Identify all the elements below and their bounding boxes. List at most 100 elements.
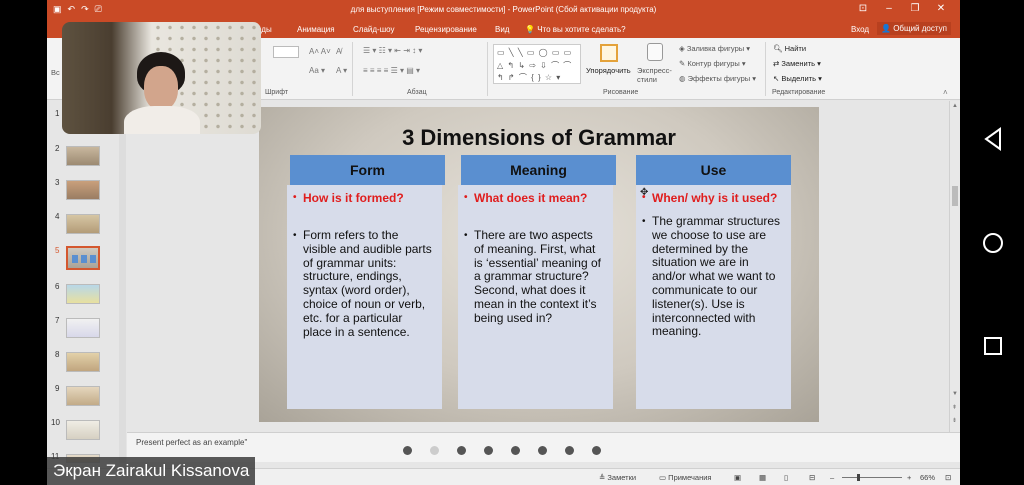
reading-view-icon[interactable]: ▯: [784, 473, 788, 482]
slide-thumbnail-8[interactable]: [66, 352, 100, 372]
ribbon-clipped-label: Вс: [51, 68, 60, 77]
zoom-slider[interactable]: [842, 477, 902, 478]
quick-styles-button[interactable]: Экспресс-стили: [637, 66, 675, 84]
share-button[interactable]: 👤 Общий доступ: [877, 22, 951, 35]
notes-toggle[interactable]: ≜ Заметки: [599, 473, 636, 482]
font-size-change-icon[interactable]: Aa ▾: [309, 66, 325, 75]
normal-view-icon[interactable]: ▣: [734, 473, 741, 482]
slide-thumbnail-10[interactable]: [66, 420, 100, 440]
recents-icon[interactable]: [982, 335, 1004, 357]
fit-slide-icon[interactable]: ⊡: [945, 473, 951, 482]
arrange-icon: [600, 44, 618, 62]
participant-video[interactable]: [62, 22, 261, 134]
screen: { "window": { "title": "для выступления …: [0, 0, 1024, 485]
shape-outline-button[interactable]: ✎ Контур фигуры ▾: [679, 59, 746, 68]
pager-dot[interactable]: [565, 446, 574, 455]
font-size-field[interactable]: [273, 46, 299, 58]
thumb-number: 7: [55, 316, 60, 325]
lightbulb-icon: 💡: [525, 25, 538, 34]
restore-icon[interactable]: ❐: [902, 3, 928, 14]
tab-animation[interactable]: Анимация: [297, 25, 335, 34]
screen-share-caption: Экран Zairakul Kissanova: [47, 457, 256, 485]
align-icon[interactable]: ≡ ≡ ≡ ≡ ☰ ▾ ▤ ▾: [363, 66, 420, 75]
collapse-ribbon-icon[interactable]: ˄: [943, 88, 948, 97]
comment-icon: ▭: [659, 473, 669, 482]
thumb-number: 2: [55, 144, 60, 153]
bullet-icon: •: [464, 192, 468, 203]
slide-thumbnail-5[interactable]: [66, 246, 100, 270]
home-icon[interactable]: [982, 232, 1004, 254]
use-question: • When/ why is it used?: [642, 191, 778, 205]
pager-dot[interactable]: [538, 446, 547, 455]
slide-thumbnail-7[interactable]: [66, 318, 100, 338]
pager-dot[interactable]: [430, 446, 439, 455]
font-grow-icon[interactable]: A˄ A˅: [309, 47, 331, 56]
font-color-icon[interactable]: A ▾: [336, 66, 347, 75]
tab-view[interactable]: Вид: [495, 25, 509, 34]
shape-effects-button[interactable]: ◍ Эффекты фигуры ▾: [679, 74, 756, 83]
slideshow-view-icon[interactable]: ⊟: [809, 473, 815, 482]
search-icon: 🔍︎: [773, 44, 785, 53]
sorter-view-icon[interactable]: ▦: [759, 473, 766, 482]
zoom-in-icon[interactable]: +: [907, 473, 911, 482]
replace-button[interactable]: ⇄ Заменить ▾: [773, 59, 821, 68]
zoom-slider-knob[interactable]: [857, 474, 860, 481]
vertical-scrollbar[interactable]: ▲ ▼ ⇞ ⇟: [949, 101, 960, 432]
move-cursor-icon: ✥: [640, 187, 649, 198]
shape-fill-button[interactable]: ◈ Заливка фигуры ▾: [679, 44, 750, 53]
group-label-editing: Редактирование: [772, 89, 826, 96]
scroll-up-icon[interactable]: ▲: [952, 103, 958, 109]
column-body-use: • When/ why is it used? • The grammar stru…: [636, 185, 791, 409]
comments-toggle[interactable]: ▭ Примечания: [659, 473, 711, 482]
android-navigation-bar: [960, 0, 1024, 485]
pager-dot[interactable]: [484, 446, 493, 455]
thumbnails-scrollbar[interactable]: [119, 101, 126, 463]
window-controls: ⊡ – ❐ ✕: [850, 3, 954, 14]
tab-slideshow[interactable]: Слайд-шоу: [353, 25, 394, 34]
pager-dot[interactable]: [592, 446, 601, 455]
shapes-row-2: △ ↰ ↳ ⇨ ⇩ ⌒ ⌒: [497, 61, 573, 70]
tab-review[interactable]: Рецензирование: [415, 25, 477, 34]
bullets-icon[interactable]: ☰ ▾ ☷ ▾ ⇤ ⇥ ↕ ▾: [363, 46, 422, 55]
pager-dot[interactable]: [403, 446, 412, 455]
window-title: для выступления [Режим совместимости] - …: [350, 5, 657, 14]
clear-format-icon[interactable]: A̸: [336, 47, 341, 56]
pager-dot[interactable]: [511, 446, 520, 455]
select-button[interactable]: ↖ Выделить ▾: [773, 74, 822, 83]
sign-in-link[interactable]: Вход: [851, 25, 869, 34]
pager-dot[interactable]: [457, 446, 466, 455]
minimize-icon[interactable]: –: [876, 3, 902, 14]
slide-thumbnails-pane: 1 2 3 4 5 6 7 8 9 10 11: [47, 101, 119, 463]
slide-thumbnail-9[interactable]: [66, 386, 100, 406]
slide-title: 3 Dimensions of Grammar: [402, 125, 676, 150]
slide-thumbnail-6[interactable]: [66, 284, 100, 304]
slide-thumbnail-3[interactable]: [66, 180, 100, 200]
zoom-out-icon[interactable]: –: [830, 473, 834, 482]
shapes-gallery[interactable]: ▭ ╲ ╲ ▭ ◯ ▭ ▭ △ ↰ ↳ ⇨ ⇩ ⌒ ⌒ ↰ ↱ ⌒ { } ☆ …: [493, 44, 581, 84]
person-icon: 👤: [881, 24, 894, 33]
tell-me-search[interactable]: 💡 Что вы хотите сделать?: [525, 25, 626, 34]
slide[interactable]: 3 Dimensions of Grammar Form • How is it …: [259, 107, 819, 422]
zoom-level[interactable]: 66%: [920, 473, 935, 482]
next-slide-icon[interactable]: ⇟: [952, 417, 957, 424]
ribbon-display-icon[interactable]: ⊡: [850, 3, 876, 14]
column-header-meaning: Meaning: [461, 155, 616, 185]
shapes-row-3: ↰ ↱ ⌒ { } ☆ ▾: [497, 73, 562, 82]
previous-slide-icon[interactable]: ⇞: [952, 404, 957, 411]
slide-thumbnail-2[interactable]: [66, 146, 100, 166]
back-icon[interactable]: [982, 127, 1004, 151]
thumb-number: 3: [55, 178, 60, 187]
slide-thumbnail-4[interactable]: [66, 214, 100, 234]
scroll-down-icon[interactable]: ▼: [952, 391, 958, 397]
find-button[interactable]: 🔍︎ Найти: [773, 44, 806, 53]
group-label-paragraph: Абзац: [407, 89, 427, 96]
close-icon[interactable]: ✕: [928, 3, 954, 14]
meaning-question: • What does it mean?: [464, 191, 588, 205]
bullet-icon: •: [293, 230, 297, 241]
group-separator: [352, 42, 353, 96]
scroll-thumb[interactable]: [952, 186, 958, 206]
arrange-button[interactable]: Упорядочить: [586, 66, 631, 75]
group-separator: [487, 42, 488, 96]
quick-styles-icon: [647, 43, 663, 61]
thumb-number: 8: [55, 350, 60, 359]
